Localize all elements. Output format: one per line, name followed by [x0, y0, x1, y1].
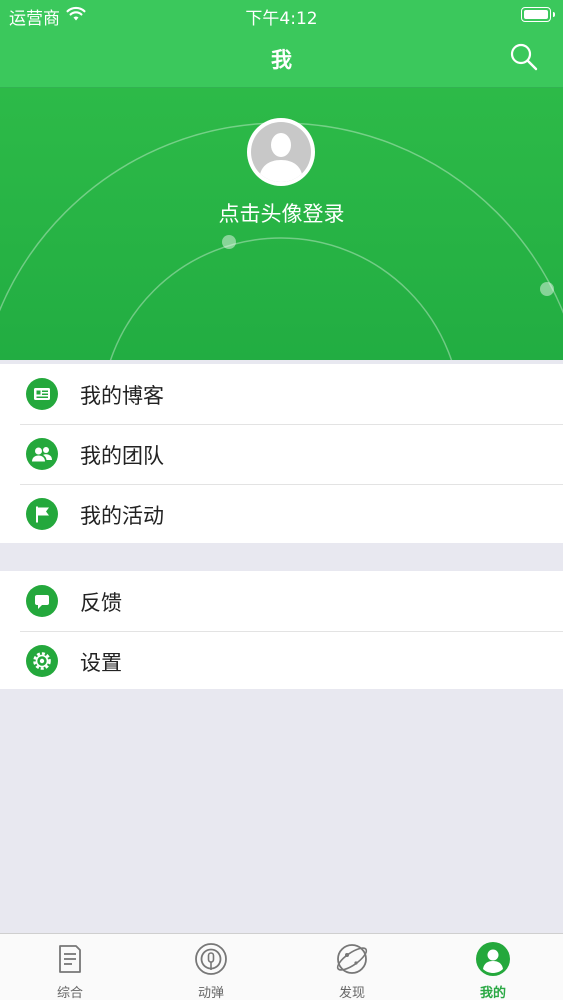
feedback-icon [26, 585, 58, 617]
battery-icon [521, 7, 555, 22]
menu-item-my-blog[interactable]: 我的博客 [0, 364, 563, 424]
menu-label-my-team: 我的团队 [80, 444, 164, 468]
tab-label-tweets: 动弹 [197, 986, 224, 1000]
tab-label-mine: 我的 [479, 986, 506, 1000]
tab-label-general: 综合 [56, 986, 83, 1000]
navigation-bar: 我 [0, 30, 563, 88]
tab-mine[interactable]: 我的 [423, 934, 563, 1000]
user-icon [476, 942, 510, 976]
avatar[interactable] [247, 118, 315, 186]
menu-item-my-events[interactable]: 我的活动 [0, 484, 563, 544]
tab-tweets[interactable]: 动弹 [141, 934, 281, 1000]
page-title: 我 [271, 48, 292, 72]
menu-item-my-team[interactable]: 我的团队 [0, 424, 563, 484]
menu-label-my-blog: 我的博客 [80, 384, 164, 408]
login-prompt[interactable]: 点击头像登录 [0, 198, 563, 228]
flag-icon [26, 498, 58, 530]
status-bar: 运营商 下午4:12 [0, 0, 563, 30]
tab-discover[interactable]: 发现 [282, 934, 422, 1000]
status-time: 下午4:12 [245, 9, 318, 29]
discover-icon [336, 944, 368, 974]
menu-label-feedback: 反馈 [80, 591, 122, 615]
menu-label-settings: 设置 [80, 651, 122, 675]
tab-general[interactable]: 综合 [0, 934, 140, 1000]
tab-label-discover: 发现 [338, 986, 365, 1000]
news-icon [59, 945, 81, 973]
menu-group-personal: 我的博客 我的团队 我的活动 [0, 364, 563, 543]
menu-item-feedback[interactable]: 反馈 [0, 571, 563, 631]
menu-group-app: 反馈 设置 [0, 571, 563, 689]
menu-label-my-events: 我的活动 [80, 504, 164, 528]
team-icon [26, 438, 58, 470]
blog-icon [26, 378, 58, 410]
default-avatar-icon [251, 122, 311, 182]
tweet-icon [195, 943, 227, 975]
search-icon[interactable] [509, 42, 539, 72]
menu-item-settings[interactable]: 设置 [0, 631, 563, 691]
profile-header: 点击头像登录 [0, 88, 563, 360]
tab-bar: 综合 动弹 发现 我的 [0, 933, 563, 1000]
settings-icon [26, 645, 58, 677]
